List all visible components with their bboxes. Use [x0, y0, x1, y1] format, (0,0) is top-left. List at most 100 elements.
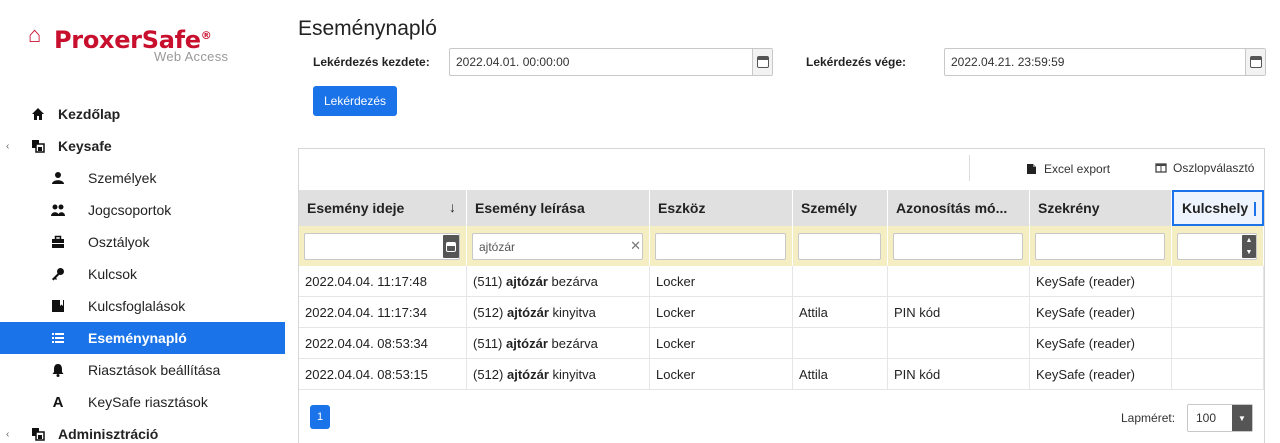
- filter-cell-key-slot: ▲ ▼: [1172, 226, 1264, 266]
- calendar-icon: [756, 56, 769, 68]
- number-spinner[interactable]: ▲ ▼: [1242, 235, 1256, 258]
- sidebar-item-keysafe-riasztasok[interactable]: A KeySafe riasztások: [0, 386, 285, 418]
- person-filter-input[interactable]: [798, 233, 881, 260]
- column-chooser-label: Oszlopválasztó: [1173, 161, 1255, 175]
- filter-cell-event-time: [299, 226, 467, 266]
- sidebar-item-riasztasok-beallitasa[interactable]: Riasztások beállítása: [0, 354, 285, 386]
- table-row[interactable]: 2022.04.04. 11:17:48 (511) ajtózár bezár…: [299, 266, 1264, 297]
- cell-cabinet: KeySafe (reader): [1030, 328, 1172, 358]
- cell-event-time: 2022.04.04. 08:53:15: [299, 359, 467, 389]
- start-date-input[interactable]: 2022.04.01. 00:00:00: [449, 48, 773, 76]
- cell-person: [793, 266, 888, 296]
- spin-down-icon[interactable]: ▼: [1246, 249, 1253, 256]
- page-title: Eseménynapló: [298, 17, 437, 40]
- start-date-value: 2022.04.01. 00:00:00: [456, 55, 570, 69]
- home-icon: [30, 106, 46, 122]
- expand-caret-icon[interactable]: ‹: [6, 141, 9, 152]
- table-row[interactable]: 2022.04.04. 08:53:15 (512) ajtózár kinyi…: [299, 359, 1264, 390]
- sidebar-item-osztalyok[interactable]: Osztályok: [0, 226, 285, 258]
- excel-export-button[interactable]: Excel export: [1026, 159, 1110, 179]
- columns-icon: [1155, 162, 1167, 174]
- spin-up-icon[interactable]: ▲: [1246, 237, 1253, 244]
- sidebar-item-label: Kulcsok: [88, 266, 138, 282]
- sidebar-item-esemenynaplo[interactable]: Eseménynapló: [0, 322, 285, 354]
- query-button[interactable]: Lekérdezés: [313, 86, 397, 116]
- sidebar-nav: Kezdőlap ‹ Keysafe Személyek Jogcsoporto…: [0, 98, 285, 443]
- event-log-grid: Excel export Esemény ideje ↓ Esemény leí…: [298, 148, 1265, 443]
- sidebar-item-jogcsoportok[interactable]: Jogcsoportok: [0, 194, 285, 226]
- cell-auth-method: [888, 266, 1030, 296]
- expand-caret-icon[interactable]: ‹: [6, 429, 9, 440]
- page-button-1[interactable]: 1: [310, 405, 330, 429]
- column-header-auth-method[interactable]: Azonosítás mó...: [888, 190, 1030, 226]
- list-icon: [50, 330, 66, 346]
- cell-event-description: (512) ajtózár kinyitva: [467, 359, 650, 389]
- sidebar-item-label: Eseménynapló: [88, 330, 187, 346]
- cell-event-time: 2022.04.04. 11:17:48: [299, 266, 467, 296]
- column-header-person[interactable]: Személy: [793, 190, 888, 226]
- sidebar-item-label: Osztályok: [88, 234, 150, 250]
- cell-event-description: (511) ajtózár bezárva: [467, 328, 650, 358]
- cell-auth-method: PIN kód: [888, 297, 1030, 327]
- cell-event-time: 2022.04.04. 11:17:34: [299, 297, 467, 327]
- cell-cabinet: KeySafe (reader): [1030, 266, 1172, 296]
- bookmark-icon: [50, 298, 66, 314]
- column-header-event-time[interactable]: Esemény ideje ↓: [299, 190, 467, 226]
- column-header-cabinet[interactable]: Szekrény: [1030, 190, 1172, 226]
- start-date-calendar-button[interactable]: [752, 49, 772, 75]
- clear-filter-icon[interactable]: ✕: [630, 239, 641, 252]
- column-header-device[interactable]: Eszköz: [650, 190, 793, 226]
- table-row[interactable]: 2022.04.04. 08:53:34 (511) ajtózár bezár…: [299, 328, 1264, 359]
- column-header-key-slot[interactable]: Kulcshely: [1172, 190, 1264, 226]
- calendar-icon: [1249, 56, 1262, 68]
- end-date-input[interactable]: 2022.04.21. 23:59:59: [944, 48, 1266, 76]
- end-date-value: 2022.04.21. 23:59:59: [951, 55, 1065, 69]
- page-size-select[interactable]: 100 ▼: [1187, 404, 1253, 432]
- cell-person: Attila: [793, 359, 888, 389]
- cell-auth-method: [888, 328, 1030, 358]
- sidebar-item-szemelyek[interactable]: Személyek: [0, 162, 285, 194]
- start-date-label: Lekérdezés kezdete:: [313, 55, 430, 69]
- page-size-label: Lapméret:: [1121, 411, 1176, 425]
- event-description-filter-input[interactable]: ajtózár: [472, 233, 643, 260]
- filter-cell-auth-method: [888, 226, 1030, 266]
- calendar-icon: [446, 241, 456, 252]
- sidebar-item-adminisztracio[interactable]: ‹ Adminisztráció: [0, 418, 285, 443]
- logo-registered-mark: ®: [200, 29, 212, 42]
- sidebar-item-kulcsfoglalasok[interactable]: Kulcsfoglalások: [0, 290, 285, 322]
- chevron-down-icon[interactable]: ▼: [1232, 405, 1252, 431]
- main-content: Eseménynapló Lekérdezés kezdete: 2022.04…: [298, 0, 1270, 443]
- cell-event-description: (511) ajtózár bezárva: [467, 266, 650, 296]
- device-filter-input[interactable]: [655, 233, 786, 260]
- sidebar-item-label: Riasztások beállítása: [88, 362, 221, 378]
- cell-device: Locker: [650, 297, 793, 327]
- cell-key-slot: [1172, 297, 1264, 327]
- cell-auth-method: PIN kód: [888, 359, 1030, 389]
- sidebar-item-label: Kulcsfoglalások: [88, 298, 186, 314]
- sidebar-item-label: Személyek: [88, 170, 157, 186]
- sidebar-item-kulcsok[interactable]: Kulcsok: [0, 258, 285, 290]
- sidebar-item-kezdolap[interactable]: Kezdőlap: [0, 98, 285, 130]
- auth-method-filter-input[interactable]: [893, 233, 1023, 260]
- event-time-filter-input[interactable]: [304, 233, 460, 260]
- end-date-calendar-button[interactable]: [1245, 49, 1265, 75]
- letter-a-icon: A: [52, 393, 64, 411]
- page-size-value: 100: [1196, 411, 1217, 425]
- briefcase-icon: [50, 234, 66, 250]
- column-resize-handle[interactable]: [1254, 202, 1256, 216]
- cabinet-filter-input[interactable]: [1035, 233, 1165, 260]
- filter-cell-cabinet: [1030, 226, 1172, 266]
- event-time-filter-calendar-button[interactable]: [443, 235, 459, 258]
- users-icon: [50, 202, 66, 218]
- sidebar-item-keysafe[interactable]: ‹ Keysafe: [0, 130, 285, 162]
- cell-event-description: (512) ajtózár kinyitva: [467, 297, 650, 327]
- sidebar: ⌂ ProxerSafe® Web Access Kezdőlap ‹ Keys…: [0, 0, 285, 443]
- cell-cabinet: KeySafe (reader): [1030, 359, 1172, 389]
- grid-header-row: Esemény ideje ↓ Esemény leírása Eszköz S…: [299, 190, 1264, 226]
- user-icon: [50, 170, 66, 186]
- column-header-event-description[interactable]: Esemény leírása: [467, 190, 650, 226]
- table-row[interactable]: 2022.04.04. 11:17:34 (512) ajtózár kinyi…: [299, 297, 1264, 328]
- key-icon: [50, 266, 66, 282]
- column-chooser-button[interactable]: Oszlopválasztó: [1155, 158, 1254, 178]
- file-export-icon: [1026, 163, 1038, 175]
